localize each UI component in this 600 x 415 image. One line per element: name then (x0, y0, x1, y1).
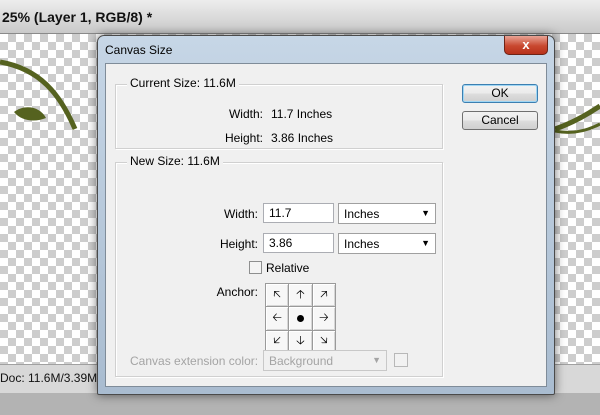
chevron-down-icon: ▼ (372, 355, 381, 365)
chevron-down-icon: ▼ (421, 238, 430, 248)
width-input[interactable] (263, 203, 334, 223)
close-button[interactable]: x (504, 36, 548, 55)
anchor-left[interactable]: 🡠 (266, 307, 289, 330)
height-unit-select[interactable]: Inches ▼ (338, 233, 436, 254)
extension-color-value: Background (269, 354, 334, 368)
arrow-left-icon: 🡠 (272, 309, 283, 324)
close-icon: x (522, 37, 530, 52)
new-width-label: Width: (223, 207, 258, 221)
document-bottom-strip (0, 393, 600, 415)
document-title: 25% (Layer 1, RGB/8) * (2, 9, 153, 25)
arrow-up-icon: 🡡 (296, 286, 305, 301)
arrow-up-right-icon: 🡥 (319, 286, 328, 301)
extension-color-select[interactable]: Background ▼ (263, 350, 387, 371)
canvas-size-dialog: Canvas Size x Current Size: 11.6M Width:… (97, 35, 555, 395)
current-width-value: 11.7 Inches (271, 107, 333, 121)
current-height-label: Height: (224, 131, 263, 145)
current-size-legend: Current Size: 11.6M (127, 76, 239, 90)
anchor-top-right[interactable]: 🡥 (312, 284, 335, 307)
anchor-label: Anchor: (216, 285, 258, 299)
document-status-text: Doc: 11.6M/3.39M (0, 371, 98, 385)
relative-label[interactable]: Relative (266, 261, 309, 275)
current-width-label: Width: (228, 107, 263, 121)
cancel-button[interactable]: Cancel (462, 111, 538, 130)
new-height-label: Height: (219, 237, 258, 251)
extension-color-label: Canvas extension color: (130, 354, 259, 368)
anchor-center-dot-icon (296, 314, 304, 322)
anchor-top[interactable]: 🡡 (289, 284, 312, 307)
anchor-center[interactable] (289, 307, 312, 330)
document-titlebar: 25% (Layer 1, RGB/8) * (0, 0, 600, 34)
extension-color-swatch[interactable] (394, 353, 408, 367)
arrow-up-left-icon: 🡤 (273, 286, 282, 301)
new-size-legend: New Size: 11.6M (127, 154, 223, 168)
width-unit-select[interactable]: Inches ▼ (338, 203, 436, 224)
current-size-group: Current Size: 11.6M Width: 11.7 Inches H… (115, 76, 443, 149)
dialog-title: Canvas Size (105, 43, 173, 57)
ok-button[interactable]: OK (462, 84, 538, 103)
height-unit-value: Inches (344, 237, 380, 251)
width-unit-value: Inches (344, 207, 380, 221)
relative-checkbox[interactable] (249, 261, 262, 274)
current-height-value: 3.86 Inches (271, 131, 334, 145)
anchor-top-left[interactable]: 🡤 (266, 284, 289, 307)
chevron-down-icon: ▼ (421, 208, 430, 218)
anchor-right[interactable]: 🡢 (312, 307, 335, 330)
height-input[interactable] (263, 233, 334, 253)
dialog-body: Current Size: 11.6M Width: 11.7 Inches H… (105, 63, 547, 387)
arrow-right-icon: 🡢 (318, 309, 329, 324)
anchor-grid[interactable]: 🡤 🡡 🡥 🡠 🡢 🡧 🡣 🡦 (265, 283, 336, 354)
